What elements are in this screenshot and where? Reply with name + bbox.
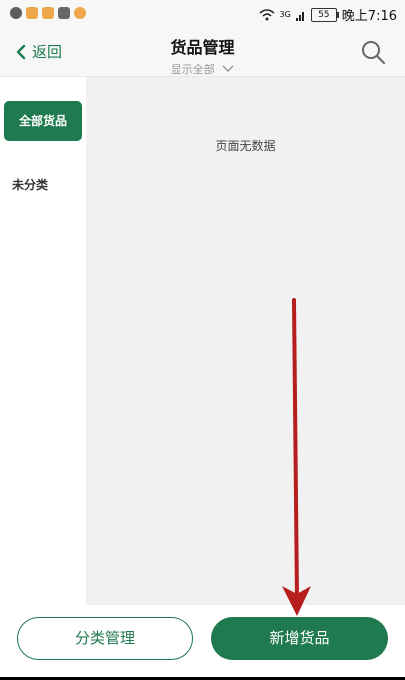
app-icon — [58, 7, 70, 19]
filter-dropdown[interactable]: 显示全部 — [0, 61, 405, 77]
status-right: 3G 55 晚上7:16 — [259, 5, 397, 24]
message-icon — [10, 7, 22, 19]
battery-icon: 55 — [310, 7, 339, 22]
chevron-down-icon — [222, 65, 234, 73]
bottom-action-bar: 分类管理 新增货品 — [0, 605, 405, 680]
app-icon — [42, 7, 54, 19]
search-button[interactable] — [359, 38, 387, 66]
notification-icons — [10, 7, 86, 19]
search-icon — [362, 41, 385, 64]
header: 返回 货品管理 显示全部 — [0, 28, 405, 77]
header-center: 货品管理 显示全部 — [0, 34, 405, 77]
battery-level: 55 — [318, 9, 330, 20]
clock: 晚上7:16 — [341, 9, 397, 24]
signal-icon — [295, 11, 304, 21]
sidebar-item-all-goods[interactable]: 全部货品 — [4, 101, 82, 141]
add-goods-button[interactable]: 新增货品 — [211, 617, 388, 660]
wifi-icon — [259, 8, 274, 20]
page-title: 货品管理 — [170, 38, 235, 57]
category-management-button[interactable]: 分类管理 — [17, 617, 193, 660]
status-bar: 3G 55 晚上7:16 — [0, 0, 405, 28]
sidebar-item-uncategorized[interactable]: 未分类 — [4, 165, 82, 205]
app-icon — [26, 7, 38, 19]
app-icon — [74, 7, 86, 19]
network-indicator: 3G — [279, 10, 291, 19]
category-sidebar: 全部货品 未分类 — [0, 77, 86, 605]
goods-list: 页面无数据 — [86, 77, 405, 605]
empty-state-text: 页面无数据 — [215, 139, 276, 153]
filter-label: 显示全部 — [170, 63, 215, 76]
